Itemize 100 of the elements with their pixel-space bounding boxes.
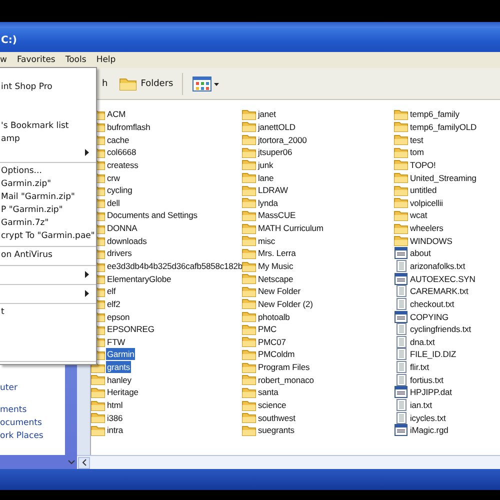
file-name[interactable]: createss — [106, 158, 140, 171]
file-name[interactable]: robert_monaco — [257, 374, 315, 386]
file-name[interactable]: downloads — [106, 234, 148, 247]
file-name[interactable]: elf — [106, 285, 117, 298]
menu-entry[interactable]: amp — [0, 133, 96, 146]
file-name[interactable]: My Music — [257, 260, 294, 272]
file-name[interactable]: ee3d3db4b4b325d36cafb5858c182b — [106, 260, 244, 272]
file-name[interactable]: cyclingfriends.txt — [409, 323, 472, 336]
file-name[interactable]: PMColdm — [257, 348, 296, 360]
file-name[interactable]: fortius.txt — [409, 374, 444, 386]
file-name[interactable]: about — [409, 247, 432, 260]
file-name[interactable]: science — [257, 399, 288, 412]
task-link[interactable]: ments — [0, 405, 65, 415]
file-name[interactable]: intra — [106, 424, 124, 436]
file-name[interactable]: volpicellii — [409, 196, 444, 209]
file-name[interactable]: iMagic.rgd — [409, 424, 450, 436]
file-name[interactable]: wcat — [409, 209, 428, 222]
file-name[interactable]: MassCUE — [257, 209, 297, 222]
file-name[interactable]: ian.txt — [409, 399, 433, 412]
file-name[interactable]: hanley — [106, 374, 132, 386]
file-name[interactable]: test — [409, 134, 424, 146]
menu-item[interactable]: Tools — [65, 55, 86, 65]
file-name[interactable]: i386 — [106, 412, 124, 424]
file-name[interactable]: wheelers — [409, 222, 444, 234]
file-name[interactable]: untitled — [409, 184, 438, 196]
file-name[interactable]: tom — [409, 146, 425, 158]
file-name[interactable]: arizonafolks.txt — [409, 260, 466, 272]
menu-entry[interactable]: Options... — [0, 165, 96, 178]
file-name[interactable]: grants — [106, 361, 132, 374]
file-name[interactable]: dna.txt — [409, 336, 436, 348]
file-name[interactable]: WINDOWS — [409, 234, 454, 247]
file-name[interactable]: Netscape — [257, 272, 294, 285]
scroll-left-button[interactable] — [78, 456, 90, 468]
file-name[interactable]: DONNA — [106, 222, 138, 234]
file-name[interactable]: suegrants — [257, 424, 296, 436]
search-button[interactable]: h — [99, 76, 111, 90]
file-name[interactable]: FTW — [106, 336, 126, 348]
file-name[interactable]: Program Files — [257, 361, 311, 374]
menu-entry[interactable]: crypt To "Garmin.pae" — [0, 230, 96, 243]
file-name[interactable]: Heritage — [106, 386, 140, 398]
file-name[interactable]: jtortora_2000 — [257, 134, 308, 146]
file-name[interactable]: FILE_ID.DIZ — [409, 348, 458, 360]
file-name[interactable]: New Folder (2) — [257, 298, 314, 310]
file-name[interactable]: html — [106, 399, 124, 412]
file-name[interactable]: Garmin — [106, 348, 136, 360]
menu-entry[interactable]: 's Bookmark list — [0, 120, 96, 133]
file-name[interactable]: epson — [106, 310, 131, 323]
file-name[interactable]: CAREMARK.txt — [409, 285, 470, 298]
file-name[interactable]: TOPO! — [409, 158, 437, 171]
menu-entry[interactable]: P "Garmin.zip" — [0, 204, 96, 217]
file-name[interactable]: MATH Curriculum — [257, 222, 324, 234]
file-name[interactable]: col6668 — [106, 146, 138, 158]
file-name[interactable]: ACM — [106, 108, 127, 120]
menu-item[interactable]: w — [0, 55, 7, 65]
file-name[interactable]: checkout.txt — [409, 298, 456, 310]
file-name[interactable]: PMC — [257, 323, 278, 336]
file-name[interactable]: drivers — [106, 247, 133, 260]
task-link[interactable]: uter — [0, 383, 65, 393]
menu-entry[interactable]: int Shop Pro — [0, 81, 96, 94]
file-name[interactable]: lane — [257, 172, 275, 184]
file-name[interactable]: AUTOEXEC.SYN — [409, 272, 476, 285]
menu-entry[interactable]: Garmin.zip" — [0, 178, 96, 191]
file-name[interactable]: cache — [106, 134, 130, 146]
file-name[interactable]: santa — [257, 386, 280, 398]
file-name[interactable]: janettOLD — [257, 120, 296, 133]
menu-item[interactable]: Help — [96, 55, 116, 65]
file-name[interactable]: temp6_family — [409, 108, 460, 120]
menu-entry[interactable]: t — [0, 306, 96, 319]
file-name[interactable]: cycling — [106, 184, 134, 196]
file-name[interactable]: New Folder — [257, 285, 302, 298]
menu-entry[interactable]: Mail "Garmin.zip" — [0, 191, 96, 204]
file-name[interactable]: bufromflash — [106, 120, 152, 133]
file-name[interactable]: elf2 — [106, 298, 122, 310]
task-link[interactable]: ocuments — [0, 418, 65, 428]
file-name[interactable]: flir.txt — [409, 361, 430, 374]
file-name[interactable]: dell — [106, 196, 121, 209]
file-name[interactable]: EPSONREG — [106, 323, 156, 336]
file-name[interactable]: jtsuper06 — [257, 146, 294, 158]
file-name[interactable]: southwest — [257, 412, 296, 424]
menu-entry[interactable]: Garmin.7z" — [0, 217, 96, 230]
menu-entry[interactable]: on AntiVirus — [0, 249, 96, 262]
file-name[interactable]: junk — [257, 158, 274, 171]
file-name[interactable]: HPJIPP.dat — [409, 386, 453, 398]
folders-button[interactable]: Folders — [116, 74, 176, 93]
task-link[interactable]: ork Places — [0, 431, 65, 441]
file-name[interactable]: ElementaryGlobe — [106, 272, 172, 285]
file-name[interactable]: lynda — [257, 196, 279, 209]
file-name[interactable]: crw — [106, 172, 121, 184]
file-name[interactable]: misc — [257, 234, 276, 247]
file-name[interactable]: COPYING — [409, 310, 450, 323]
file-name[interactable]: icycles.txt — [409, 412, 447, 424]
file-name[interactable]: LDRAW — [257, 184, 289, 196]
file-name[interactable]: janet — [257, 108, 277, 120]
file-name[interactable]: Documents and Settings — [106, 209, 198, 222]
file-name[interactable]: PMC07 — [257, 336, 287, 348]
file-name[interactable]: United_Streaming — [409, 172, 478, 184]
file-name[interactable]: photoalb — [257, 310, 291, 323]
file-name[interactable]: temp6_familyOLD — [409, 120, 478, 133]
file-name[interactable]: Mrs. Lerra — [257, 247, 297, 260]
menu-item[interactable]: Favorites — [16, 55, 56, 65]
